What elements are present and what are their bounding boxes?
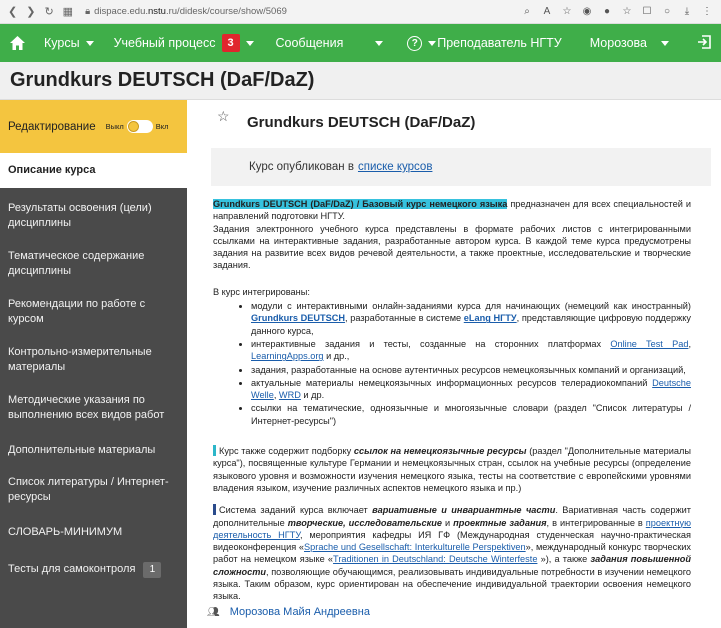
sidebar-item-topics[interactable]: Тематическое содержание дисциплины (0, 249, 187, 279)
top-navbar: Курсы Учебный процесс 3 Сообщения ? Преп… (0, 24, 721, 62)
conference-link[interactable]: Sprache und Gesellschaft: Interkulturell… (304, 542, 526, 552)
resources-paragraph: Курс также содержит подборку ссылок на н… (213, 445, 692, 493)
back-icon[interactable]: ❮ (8, 5, 17, 18)
main-content: ☆ Grundkurs DEUTSCH (DaF/DaZ) Курс опубл… (187, 100, 721, 628)
lock-icon: 🔒︎ (85, 6, 91, 17)
forward-icon[interactable]: ❯ (26, 5, 35, 18)
system-paragraph: Система заданий курса включает вариативн… (213, 504, 692, 602)
list-item: модули с интерактивными онлайн-заданиями… (251, 300, 691, 337)
role-label[interactable]: Преподаватель НГТУ (437, 36, 562, 50)
profile-icon[interactable]: ○ (661, 6, 673, 17)
menu-icon[interactable]: ⋮ (701, 6, 713, 17)
user-menu[interactable]: Морозова (590, 36, 669, 50)
list-item: актуальные материалы немецкоязычных инфо… (251, 377, 691, 402)
sidebar-item-tests[interactable]: Тесты для самоконтроля 1 (0, 562, 187, 578)
teacher-link[interactable]: Морозова Майя Андреевна (230, 606, 370, 618)
list-item: задания, разработанные на основе аутенти… (251, 364, 691, 376)
tasks-paragraph: Задания электронного учебного курса пред… (213, 223, 691, 271)
translate-icon[interactable]: A (541, 6, 553, 17)
download-icon[interactable]: ⤓ (681, 6, 693, 17)
sidebar: Редактирование Выкл Вкл Описание курса Р… (0, 100, 187, 628)
bookmark-icon[interactable]: ☆ (561, 6, 573, 17)
main-title: Grundkurs DEUTSCH (DaF/DaZ) (247, 114, 476, 131)
intro-paragraph: Grundkurs DEUTSCH (DaF/DaZ) / Базовый ку… (213, 199, 691, 222)
extension-icon[interactable]: ◉ (581, 6, 593, 17)
integrated-list: модули с интерактивными онлайн-заданиями… (213, 300, 691, 427)
sidebar-item-literature[interactable]: Список литературы / Интернет-ресурсы (0, 475, 187, 505)
chevron-down-icon (85, 40, 94, 46)
list-item: ссылки на тематические, одноязычные и мн… (251, 402, 691, 427)
messages-menu[interactable]: Сообщения (276, 36, 384, 50)
sidebar-item-extra-materials[interactable]: Дополнительные материалы (0, 443, 187, 458)
favorite-star-icon[interactable]: ☆ (217, 108, 230, 125)
star-icon[interactable]: ☆ (621, 6, 633, 17)
help-icon: ? (407, 35, 423, 51)
edit-mode-toggle[interactable] (126, 120, 153, 133)
sidebar-item-description[interactable]: Описание курса (0, 153, 187, 188)
toggle-off-label: Выкл (105, 122, 124, 131)
chevron-down-icon (428, 40, 437, 46)
toggle-on-label: Вкл (155, 122, 169, 131)
help-menu[interactable]: ? (407, 35, 437, 51)
teacher-row: 👥︎ Морозова Майя Андреевна (207, 606, 370, 618)
grid-icon[interactable]: ▦ (63, 5, 73, 18)
address-bar[interactable]: 🔒︎ dispace.edu.nstu.ru/didesk/course/sho… (85, 6, 287, 17)
sidebar-item-dictionary[interactable]: СЛОВАРЬ-МИНИМУМ (0, 525, 187, 540)
wrd-link[interactable]: WRD (279, 390, 301, 400)
paragraph-marker (213, 504, 216, 516)
elang-link[interactable]: eLang НГТУ (464, 313, 517, 323)
contest-link[interactable]: Traditionen in Deutschland: Deutsche Win… (333, 554, 537, 564)
online-test-pad-link[interactable]: Online Test Pad (610, 339, 688, 349)
sidebar-item-guidelines[interactable]: Методические указания по выполнению всех… (0, 393, 187, 423)
courses-list-link[interactable]: списке курсов (358, 161, 432, 173)
paragraph-marker (213, 445, 216, 457)
sidebar-item-recommendations[interactable]: Рекомендации по работе с курсом (0, 297, 187, 327)
process-menu[interactable]: Учебный процесс 3 (114, 34, 254, 52)
reload-icon[interactable]: ↻ (44, 5, 53, 18)
collections-icon[interactable]: ☐ (641, 6, 653, 17)
home-icon[interactable] (2, 36, 32, 50)
course-title: Grundkurs DEUTSCH (DaF/DaZ) (10, 69, 315, 91)
learningapps-link[interactable]: LearningApps.org (251, 351, 324, 361)
tests-count-badge: 1 (143, 562, 162, 578)
course-header: Grundkurs DEUTSCH (DaF/DaZ) (0, 62, 721, 100)
logout-icon[interactable] (697, 34, 711, 52)
users-icon: 👥︎ (207, 606, 220, 618)
browser-toolbar: ❮ ❯ ↻ ▦ 🔒︎ dispace.edu.nstu.ru/didesk/co… (0, 0, 721, 24)
sidebar-item-results[interactable]: Результаты освоения (цели) дисциплины (0, 201, 187, 231)
process-badge: 3 (221, 34, 240, 52)
courses-menu[interactable]: Курсы (44, 36, 94, 50)
chevron-down-icon (661, 40, 669, 46)
list-item: интерактивные задания и тесты, созданные… (251, 338, 691, 363)
published-notice: Курс опубликован в списке курсов (211, 148, 711, 186)
sidebar-item-assessment[interactable]: Контрольно-измерительные материалы (0, 345, 187, 375)
shield-icon[interactable]: ● (601, 6, 613, 17)
grundkurs-link[interactable]: Grundkurs DEUTSCH (251, 313, 345, 323)
course-description: Grundkurs DEUTSCH (DaF/DaZ) / Базовый ку… (213, 198, 691, 603)
integrated-heading: В курс интегрированы: (213, 286, 310, 297)
edit-mode-label: Редактирование (8, 120, 96, 133)
edit-mode-panel: Редактирование Выкл Вкл (0, 100, 187, 153)
chevron-down-icon (375, 40, 384, 46)
search-icon[interactable]: ⌕ (521, 6, 533, 17)
chevron-down-icon (245, 40, 254, 46)
